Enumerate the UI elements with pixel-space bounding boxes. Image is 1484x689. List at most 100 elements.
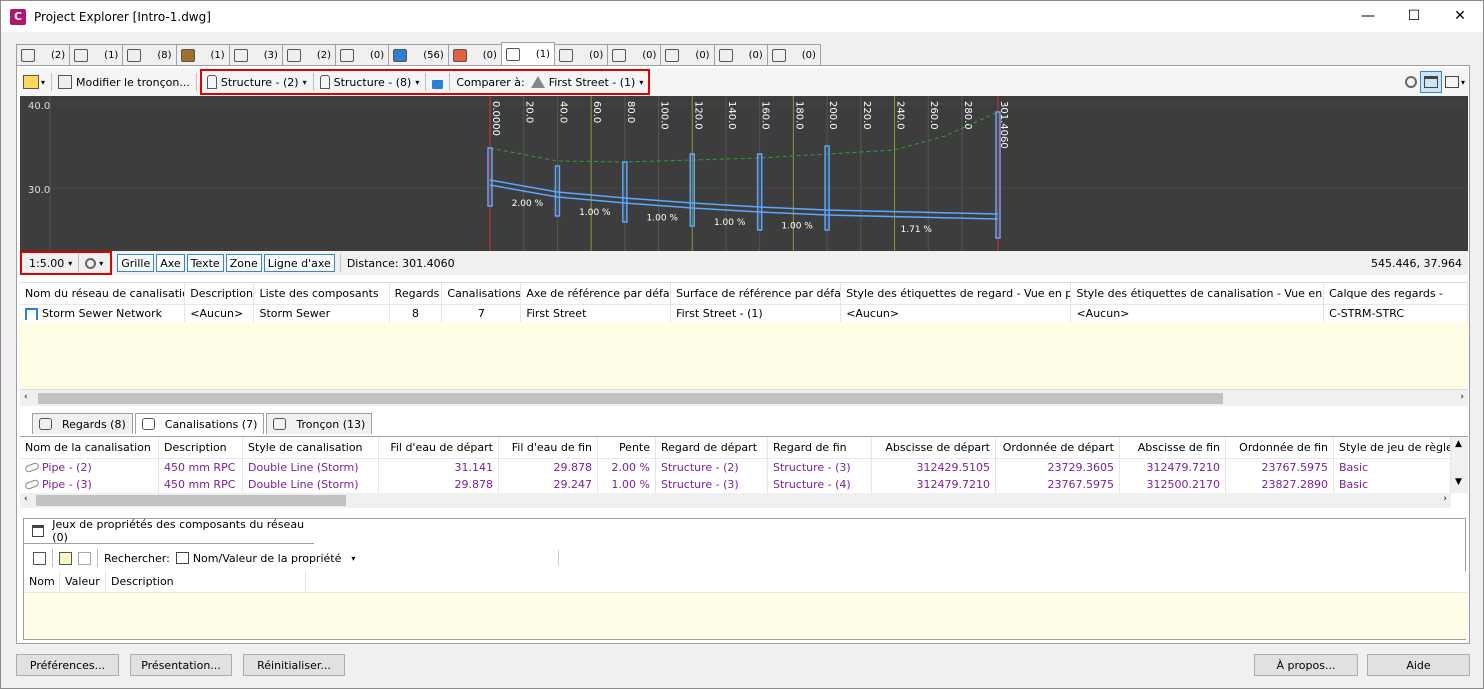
pipe-cell[interactable]: 2.00 % — [598, 459, 656, 476]
tab-pipes[interactable]: Canalisations (7) — [134, 413, 265, 434]
pipe-cell[interactable]: 1.00 % — [598, 476, 656, 493]
column-header[interactable]: Description — [159, 437, 243, 458]
remove-property-button[interactable] — [75, 547, 94, 569]
pipe-cell[interactable]: 450 mm RPC — [159, 476, 243, 493]
column-header[interactable]: Abscisse de départ — [872, 437, 996, 458]
presentation-button[interactable]: Présentation... — [130, 654, 232, 676]
network-cell[interactable]: Storm Sewer — [254, 305, 390, 322]
tab-grading[interactable]: (0) — [447, 44, 502, 66]
compare-dropdown[interactable]: First Street - (1) ▾ — [528, 71, 647, 93]
column-header[interactable]: Fil d'eau de fin — [499, 437, 598, 458]
text-toggle[interactable]: Texte — [186, 254, 224, 272]
tab-profile[interactable]: (8) — [122, 44, 177, 66]
tab-pressure-network[interactable]: (0) — [554, 44, 609, 66]
pipe-cell[interactable]: 312429.5105 — [872, 459, 996, 476]
minimize-button[interactable]: — — [1345, 1, 1391, 31]
column-header[interactable]: Axe de référence par défaut — [521, 283, 672, 304]
column-header[interactable]: Style de canalisation — [243, 437, 379, 458]
pipe-cell[interactable]: 23767.5975 — [996, 476, 1120, 493]
lock-button[interactable] — [429, 71, 446, 93]
centerline-toggle[interactable]: Ligne d'axe — [263, 254, 335, 272]
pipe-cell[interactable]: 312500.2170 — [1120, 476, 1226, 493]
pipe-cell[interactable]: Structure - (4) — [768, 476, 872, 493]
tab-table[interactable]: (0) — [766, 44, 821, 66]
display-options-button[interactable]: ▾ — [20, 71, 48, 93]
pipe-vscroll[interactable]: ▲ ▼ — [1451, 437, 1468, 493]
column-header[interactable]: Liste des composants — [254, 283, 390, 304]
preferences-button[interactable]: Préférences... — [16, 654, 119, 676]
axis-toggle[interactable]: Axe — [156, 254, 185, 272]
column-header[interactable]: Canalisations — [442, 283, 522, 304]
pipe-cell[interactable]: 29.878 — [499, 459, 598, 476]
column-header[interactable]: Ordonnée de fin — [1226, 437, 1334, 458]
column-header[interactable]: Description — [185, 283, 255, 304]
network-cell[interactable]: 7 — [442, 305, 522, 322]
maximize-button[interactable]: ☐ — [1391, 1, 1437, 31]
pipe-cell[interactable]: Structure - (3) — [768, 459, 872, 476]
start-structure-dropdown[interactable]: Structure - (2) ▾ — [204, 71, 310, 93]
network-cell[interactable]: <Aucun> — [185, 305, 255, 322]
tab-structure-network[interactable]: (1) — [500, 42, 556, 65]
tab-pipe-network[interactable]: (56) — [388, 44, 449, 66]
column-header[interactable]: Fil d'eau de départ — [379, 437, 499, 458]
add-property-button[interactable] — [56, 547, 75, 569]
column-header[interactable]: Valeur — [60, 571, 106, 592]
pipe-cell[interactable]: Basic — [1334, 476, 1451, 493]
pipe-hscroll[interactable]: ‹ › — [20, 493, 1451, 508]
network-cell[interactable]: 8 — [390, 305, 443, 322]
scroll-thumb[interactable] — [38, 393, 1223, 404]
column-header[interactable]: Style de jeu de règles — [1334, 437, 1451, 458]
column-header[interactable]: Regards — [390, 283, 443, 304]
pipe-cell[interactable]: 29.878 — [379, 476, 499, 493]
column-header[interactable]: Nom du réseau de canalisations — [20, 283, 186, 304]
table-row[interactable]: Pipe - (2) 450 mm RPC Double Line (Storm) 3… — [20, 459, 1451, 476]
edit-property-button[interactable] — [30, 547, 49, 569]
list-view-button[interactable] — [1419, 71, 1442, 93]
network-cell[interactable]: <Aucun> — [841, 305, 1072, 322]
network-cell[interactable]: Storm Sewer Network — [20, 305, 186, 322]
pipe-cell[interactable]: Pipe - (3) — [20, 476, 159, 493]
tab-parcel[interactable]: (2) — [281, 44, 337, 66]
zone-toggle[interactable]: Zone — [225, 254, 262, 272]
network-cell[interactable]: First Street - (1) — [671, 305, 842, 322]
zoom-search-button[interactable] — [1402, 71, 1420, 93]
tab-structures[interactable]: Regards (8) — [32, 413, 133, 434]
tab-surface[interactable]: (1) — [175, 44, 230, 66]
network-cell[interactable]: <Aucun> — [1071, 305, 1325, 322]
close-button[interactable]: ✕ — [1437, 1, 1483, 31]
column-header[interactable]: Abscisse de fin — [1120, 437, 1226, 458]
pipe-cell[interactable]: 450 mm RPC — [159, 459, 243, 476]
zoom-dropdown[interactable]: ▾ — [82, 252, 106, 274]
column-header[interactable]: Ordonnée de départ — [996, 437, 1120, 458]
tab-sheet[interactable]: (0) — [713, 44, 768, 66]
pipe-cell[interactable]: 23729.3605 — [996, 459, 1120, 476]
pipe-cell[interactable]: 23827.2890 — [1226, 476, 1334, 493]
column-header[interactable]: Pente — [598, 437, 656, 458]
end-structure-dropdown[interactable]: Structure - (8) ▾ — [317, 71, 423, 93]
pipe-cell[interactable]: Pipe - (2) — [20, 459, 159, 476]
table-row[interactable]: Pipe - (3) 450 mm RPC Double Line (Storm) 2… — [20, 476, 1451, 493]
tab-runs[interactable]: Tronçon (13) — [266, 413, 373, 434]
pipe-cell[interactable]: Double Line (Storm) — [243, 476, 379, 493]
pipe-cell[interactable]: Structure - (2) — [656, 459, 768, 476]
reset-button[interactable]: Réinitialiser... — [243, 654, 345, 676]
pipe-cell[interactable]: Double Line (Storm) — [243, 459, 379, 476]
column-header[interactable]: Style des étiquettes de canalisation - V… — [1071, 283, 1325, 304]
grid-toggle[interactable]: Grille — [117, 254, 155, 272]
scroll-thumb[interactable] — [36, 495, 346, 506]
tab-corridor[interactable]: (0) — [335, 44, 390, 66]
network-cell[interactable]: C-STRM-STRC — [1324, 305, 1468, 322]
pipe-cell[interactable]: 31.141 — [379, 459, 499, 476]
column-header[interactable]: Regard de départ — [656, 437, 768, 458]
column-header[interactable]: Regard de fin — [768, 437, 872, 458]
tab-sample-line[interactable]: (0) — [607, 44, 662, 66]
layout-dropdown[interactable]: ▾ — [1442, 71, 1468, 93]
tab-alignment[interactable]: (2) — [16, 44, 71, 66]
about-button[interactable]: À propos... — [1254, 654, 1358, 676]
column-header[interactable]: Description — [106, 571, 306, 592]
property-sets-tab[interactable]: Jeux de propriétés des composants du rés… — [24, 518, 314, 544]
pipe-cell[interactable]: 23767.5975 — [1226, 459, 1334, 476]
scale-dropdown[interactable]: 1:5.00 ▾ — [26, 252, 75, 274]
tab-site[interactable]: (1) — [69, 44, 124, 66]
column-header[interactable]: Nom — [24, 571, 60, 592]
